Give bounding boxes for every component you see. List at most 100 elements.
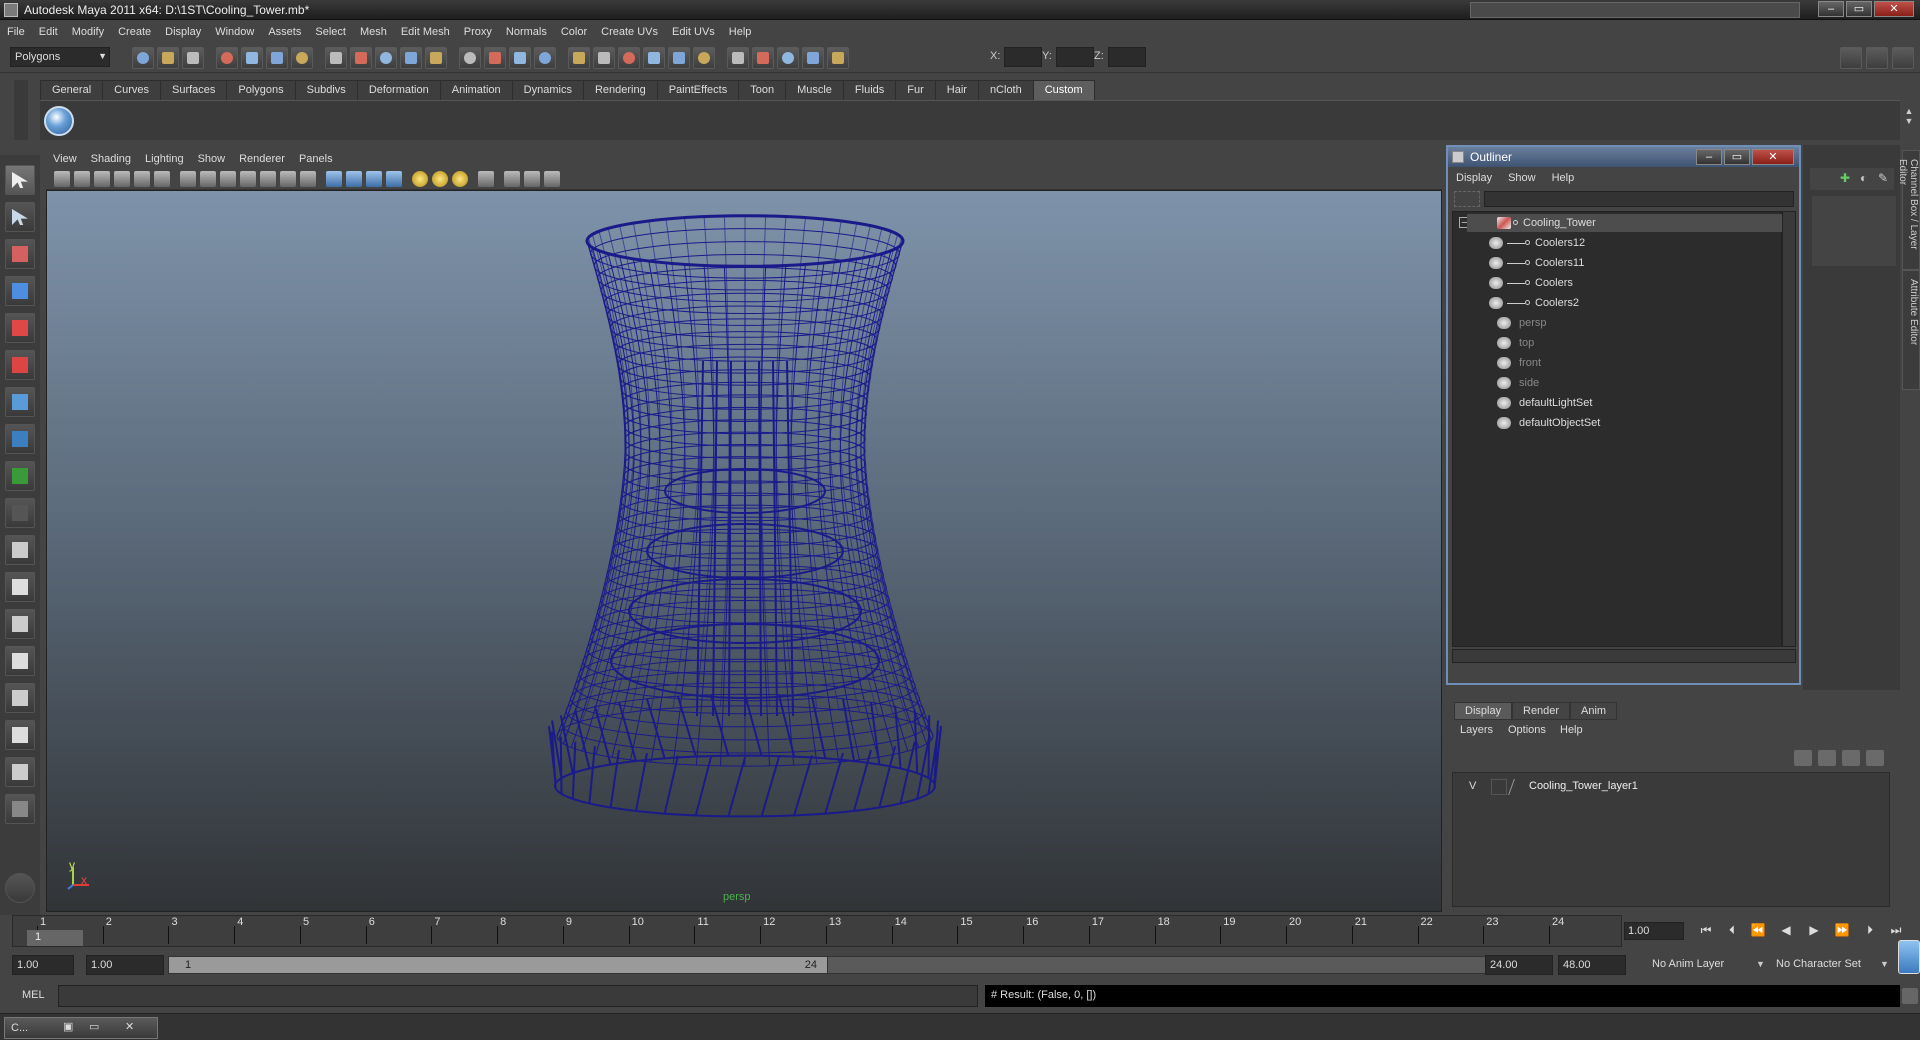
shelf-tab-animation[interactable]: Animation (439, 80, 513, 100)
outliner-item-coolers2[interactable]: Coolers2 (1467, 294, 1783, 312)
grease-pencil-icon[interactable] (154, 171, 170, 187)
shelf-tab-general[interactable]: General (40, 80, 104, 100)
layer-menu-layers[interactable]: Layers (1460, 724, 1493, 736)
xray-icon[interactable] (504, 171, 520, 187)
grid-icon[interactable] (180, 171, 196, 187)
shelf-tab-fur[interactable]: Fur (895, 80, 936, 100)
outliner-maximize-button[interactable]: ▭ (1724, 149, 1750, 165)
viewport-menu-panels[interactable]: Panels (292, 153, 340, 165)
outliner-close-button[interactable]: ✕ (1752, 149, 1794, 165)
menu-proxy[interactable]: Proxy (457, 26, 499, 38)
maximize-icon[interactable]: ▭ (89, 1020, 99, 1033)
step-back-frame-icon[interactable]: ⏴ (1724, 923, 1740, 939)
default-lighting-icon[interactable] (412, 171, 428, 187)
render-settings-icon[interactable] (618, 47, 640, 69)
outliner-item-front[interactable]: front (1467, 354, 1783, 372)
outliner-item-top[interactable]: top (1467, 334, 1783, 352)
2d-pan-zoom-icon[interactable] (134, 171, 150, 187)
rotate-tool-icon[interactable] (5, 313, 35, 343)
all-lights-icon[interactable] (432, 171, 448, 187)
script-editor-icon[interactable] (1902, 988, 1918, 1004)
expand-layouts-icon[interactable] (5, 794, 35, 824)
scale-tool-icon[interactable] (5, 350, 35, 380)
layer-menu-help[interactable]: Help (1560, 724, 1583, 736)
hypershade-icon[interactable] (643, 47, 665, 69)
snap-plane-icon[interactable] (400, 47, 422, 69)
y-field[interactable] (1056, 47, 1094, 67)
move-down-layer-icon[interactable] (1866, 750, 1884, 766)
outliner-item-defaultlightset[interactable]: defaultLightSet (1467, 394, 1783, 412)
menu-edit-mesh[interactable]: Edit Mesh (394, 26, 457, 38)
menu-display[interactable]: Display (158, 26, 208, 38)
field-chart-icon[interactable] (260, 171, 276, 187)
history-icon[interactable] (459, 47, 481, 69)
channel-box-half-circle-icon[interactable]: ◐ (1860, 171, 1867, 185)
lock-selection-icon[interactable] (291, 47, 313, 69)
outliner-item-coolers12[interactable]: Coolers12 (1467, 234, 1783, 252)
new-scene-icon[interactable] (132, 47, 154, 69)
close-button[interactable]: ✕ (1874, 1, 1914, 17)
minimize-button[interactable]: – (1818, 1, 1844, 17)
camera-icon[interactable] (752, 47, 774, 69)
menu-select[interactable]: Select (308, 26, 353, 38)
resolution-gate-icon[interactable] (220, 171, 236, 187)
textured-icon[interactable] (386, 171, 402, 187)
smooth-shade-icon[interactable] (346, 171, 362, 187)
layer-tab-render[interactable]: Render (1512, 702, 1571, 720)
shelf-tab-deformation[interactable]: Deformation (356, 80, 441, 100)
shelf-scroll-arrows-icon[interactable]: ▲ ▼ (1902, 106, 1916, 136)
isolate-select-icon[interactable] (478, 171, 494, 187)
outliner-menu-show[interactable]: Show (1500, 172, 1544, 184)
command-input[interactable] (58, 985, 978, 1007)
shelf-tab-subdivs[interactable]: Subdivs (294, 80, 358, 100)
outliner-item-persp[interactable]: persp (1467, 314, 1783, 332)
move-up-layer-icon[interactable] (1842, 750, 1860, 766)
wireframe-icon[interactable] (326, 171, 342, 187)
step-forward-frame-icon[interactable]: ⏵ (1862, 923, 1878, 939)
output-ops-icon[interactable] (509, 47, 531, 69)
viewport-menu-renderer[interactable]: Renderer (232, 153, 292, 165)
menu-help[interactable]: Help (722, 26, 759, 38)
show-manip-tool-icon[interactable] (5, 461, 35, 491)
play-forwards-icon[interactable]: ▶ (1806, 923, 1822, 939)
new-layer-empty-icon[interactable] (1794, 750, 1812, 766)
select-hierarchy-icon[interactable] (216, 47, 238, 69)
playblast-icon[interactable] (727, 47, 749, 69)
shelf-tab-rendering[interactable]: Rendering (582, 80, 658, 100)
input-ops-icon[interactable] (484, 47, 506, 69)
render-current-icon[interactable] (568, 47, 590, 69)
help-line-float-icon[interactable] (1898, 940, 1920, 974)
anim-layer-dropdown[interactable]: No Anim Layer (1648, 955, 1758, 975)
menu-file[interactable]: File (0, 26, 32, 38)
show-manip-icon[interactable] (693, 47, 715, 69)
viewport-menu-shading[interactable]: Shading (84, 153, 138, 165)
shadows-icon[interactable] (452, 171, 468, 187)
outliner-filter-input[interactable] (1484, 191, 1794, 207)
snap-point-icon[interactable] (375, 47, 397, 69)
channel-box-object-icon[interactable]: ✚ (1840, 171, 1850, 185)
xray-joints-icon[interactable] (524, 171, 540, 187)
outliner-menu-help[interactable]: Help (1544, 172, 1583, 184)
outliner-minimize-button[interactable]: – (1696, 149, 1722, 165)
minimized-window[interactable]: C... ▣ ▭ ✕ (4, 1017, 158, 1039)
shelf-tab-painteffects[interactable]: PaintEffects (656, 80, 740, 100)
new-layer-selected-icon[interactable] (1818, 750, 1836, 766)
sculpt-icon[interactable] (802, 47, 824, 69)
outliner-vertical-scrollbar[interactable] (1782, 211, 1796, 647)
paint-fx-icon[interactable] (777, 47, 799, 69)
snap-grid-icon[interactable] (325, 47, 347, 69)
time-slider-track[interactable]: 1 2 3 4 5 6 7 8 9 10 11 12 13 14 15 16 17 18 19 20 21 22 23 24 1 (12, 915, 1622, 947)
outliner-item-coolers11[interactable]: Coolers11 (1467, 254, 1783, 272)
perspective-viewport[interactable]: persp y x (46, 190, 1442, 912)
animation-start-field[interactable]: 1.00 (12, 955, 74, 975)
layer-visibility-toggle[interactable]: V (1469, 780, 1476, 792)
channel-box-toggle-icon[interactable] (1840, 47, 1862, 69)
two-pane-layout-icon[interactable] (5, 646, 35, 676)
outliner-item-cooling-tower[interactable]: Cooling_Tower (1467, 214, 1783, 232)
viewport-menu-view[interactable]: View (46, 153, 84, 165)
select-camera-icon[interactable] (54, 171, 70, 187)
lasso-tool-icon[interactable] (5, 202, 35, 232)
viewport-menu-show[interactable]: Show (191, 153, 233, 165)
layer-row[interactable]: V Cooling_Tower_layer1 (1461, 779, 1881, 795)
select-component-icon[interactable] (266, 47, 288, 69)
